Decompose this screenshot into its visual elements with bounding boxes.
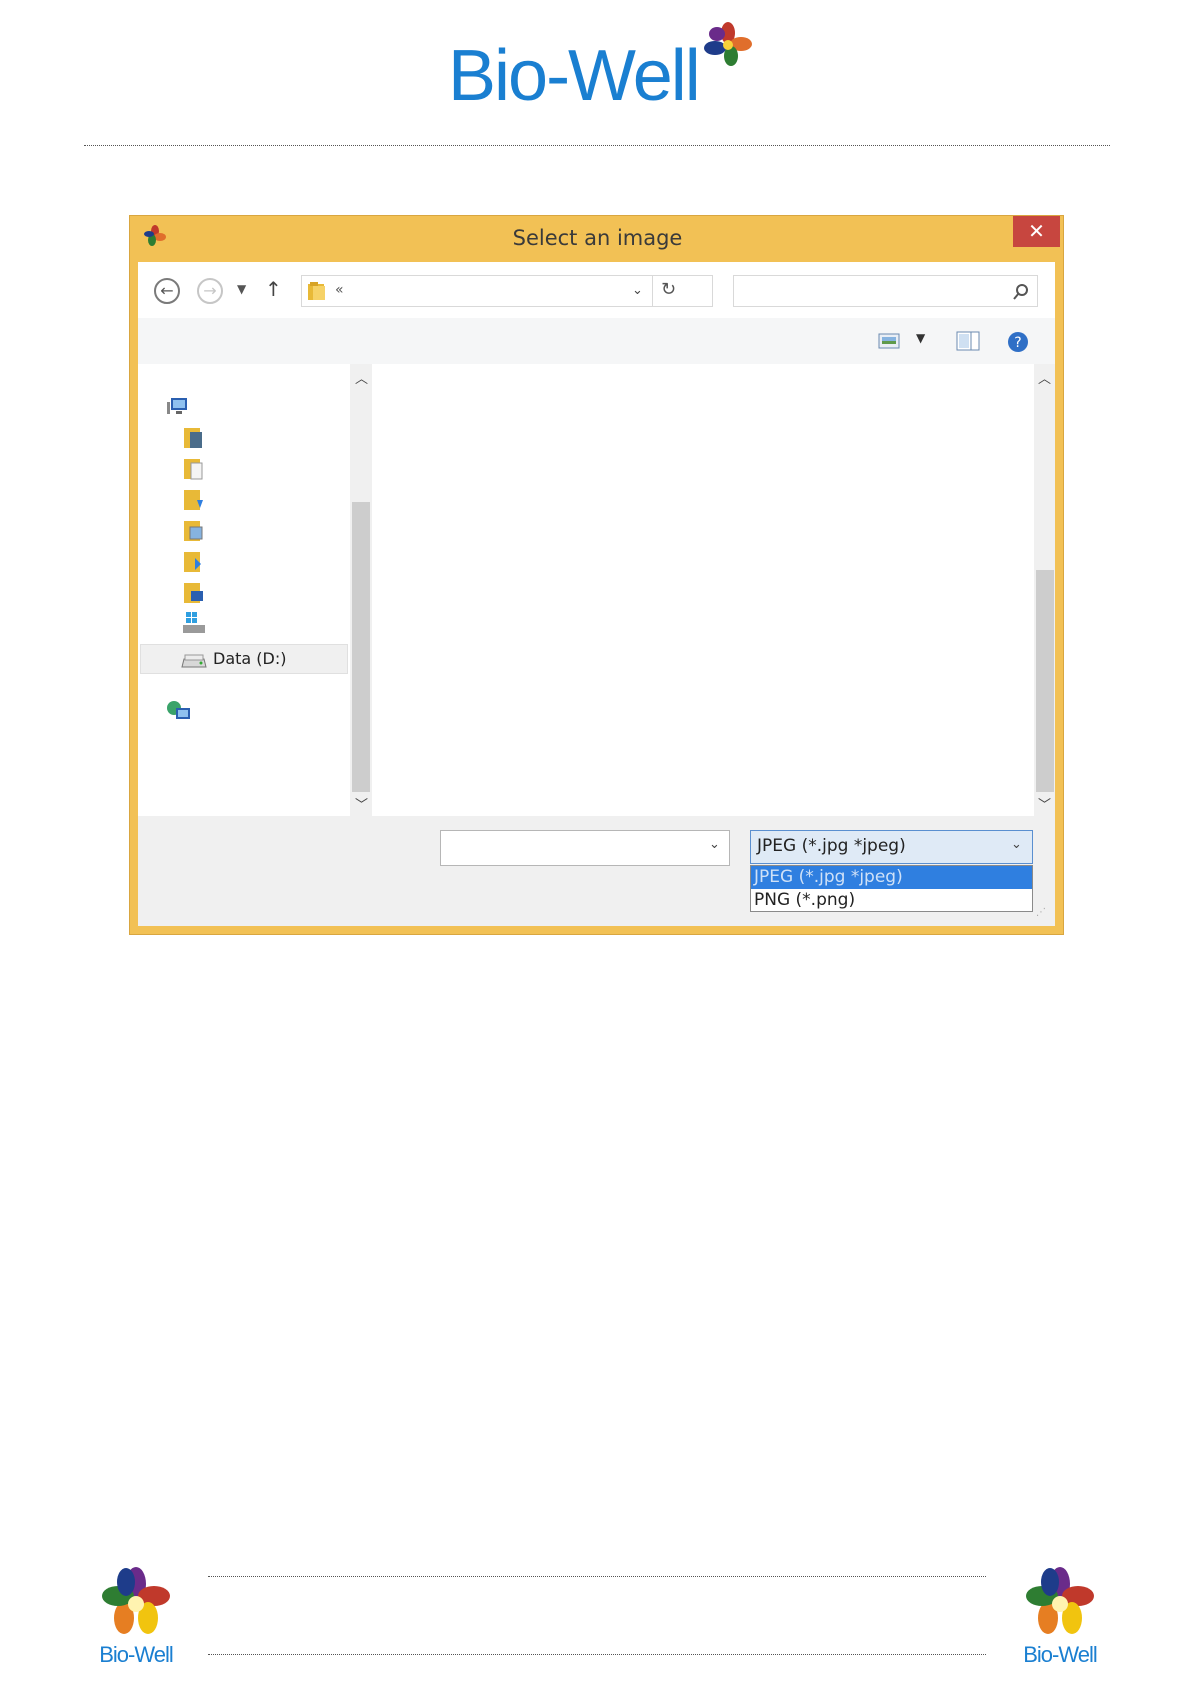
nav-pane-scroll-thumb[interactable] — [352, 502, 370, 792]
dialog-client: ← → ▼ ↑ « ⌄ ↻ ▼ ? Data (D:) ︿ ﹀ ︿ ﹀ ⌄ JP… — [138, 262, 1055, 926]
address-bar[interactable]: « ⌄ ↻ — [301, 275, 713, 307]
desktop-folder-icon[interactable] — [183, 581, 205, 605]
music-folder-icon[interactable] — [183, 550, 205, 574]
file-type-select[interactable]: JPEG (*.jpg *jpeg) ⌄ — [750, 830, 1033, 864]
scroll-down-chevron-icon[interactable]: ﹀ — [1038, 794, 1051, 813]
pictures-folder-icon[interactable] — [183, 519, 205, 543]
file-type-selected-value: JPEG (*.jpg *jpeg) — [757, 836, 906, 856]
file-pane-scroll-thumb[interactable] — [1036, 570, 1054, 792]
navigation-bar: ← → ▼ ↑ « ⌄ ↻ — [138, 262, 1055, 318]
search-icon[interactable] — [1012, 283, 1030, 301]
flower-icon — [704, 22, 752, 66]
windows-drive-icon[interactable] — [182, 610, 206, 636]
search-input[interactable] — [736, 278, 1000, 304]
file-type-dropdown-list: JPEG (*.jpg *jpeg) PNG (*.png) — [750, 865, 1033, 912]
footer-divider-top — [208, 1576, 986, 1577]
computer-icon[interactable] — [166, 396, 190, 418]
file-type-option-jpeg[interactable]: JPEG (*.jpg *jpeg) — [751, 866, 1032, 889]
refresh-icon[interactable]: ↻ — [661, 279, 676, 300]
close-button[interactable]: ✕ — [1013, 216, 1060, 247]
videos-folder-icon[interactable] — [183, 426, 205, 450]
command-toolbar: ▼ ? — [138, 318, 1055, 364]
file-dialog: Select an image ✕ ← → ▼ ↑ « ⌄ ↻ ▼ ? Data… — [129, 215, 1064, 935]
title-bar[interactable]: Select an image ✕ — [130, 216, 1065, 262]
bio-well-logo: Bio-Well — [448, 22, 752, 112]
resize-grip-icon[interactable]: ⋰ — [1036, 907, 1046, 918]
scroll-up-chevron-icon[interactable]: ︿ — [1038, 368, 1051, 387]
view-dropdown-chevron-icon[interactable]: ▼ — [916, 331, 925, 345]
file-list-pane[interactable] — [374, 364, 1034, 816]
svg-text:?: ? — [1014, 335, 1021, 351]
downloads-folder-icon[interactable] — [183, 488, 207, 514]
forward-button[interactable]: → — [197, 278, 223, 304]
navigation-pane: Data (D:) — [138, 364, 358, 816]
footer-logo-right: Bio-Well — [1020, 1566, 1100, 1668]
view-options-icon[interactable] — [878, 332, 900, 350]
folder-icon — [308, 282, 325, 300]
footer-logo-text: Bio-Well — [1023, 1642, 1098, 1667]
header-divider — [84, 145, 1110, 146]
network-icon[interactable] — [166, 700, 192, 724]
nav-item-data-drive[interactable]: Data (D:) — [140, 644, 348, 674]
nav-item-label: Data (D:) — [213, 649, 287, 668]
back-button[interactable]: ← — [154, 278, 180, 304]
documents-folder-icon[interactable] — [183, 457, 205, 481]
up-button[interactable]: ↑ — [265, 277, 282, 301]
address-dropdown-chevron-icon[interactable]: ⌄ — [632, 283, 643, 298]
search-box[interactable] — [733, 275, 1038, 307]
dialog-title: Select an image — [512, 226, 683, 250]
file-type-dropdown-chevron-icon[interactable]: ⌄ — [1011, 837, 1022, 852]
flower-icon — [1026, 1567, 1094, 1634]
file-name-combobox[interactable]: ⌄ — [440, 830, 730, 866]
logo-text: Bio-Well — [448, 36, 701, 116]
footer-divider-bottom — [208, 1654, 986, 1655]
file-type-option-png[interactable]: PNG (*.png) — [751, 889, 1032, 912]
scroll-up-chevron-icon[interactable]: ︿ — [355, 368, 368, 387]
file-name-dropdown-chevron-icon[interactable]: ⌄ — [709, 837, 720, 852]
footer-logo-text: Bio-Well — [99, 1642, 174, 1667]
recent-locations-chevron-icon[interactable]: ▼ — [237, 282, 246, 296]
address-divider — [652, 276, 653, 306]
data-drive-icon — [181, 654, 207, 668]
flower-icon — [102, 1567, 170, 1634]
preview-pane-icon[interactable] — [956, 331, 980, 351]
address-breadcrumb-chevrons[interactable]: « — [335, 282, 344, 298]
scroll-down-chevron-icon[interactable]: ﹀ — [355, 794, 368, 813]
help-icon[interactable]: ? — [1007, 331, 1029, 353]
footer-logo-left: Bio-Well — [96, 1566, 176, 1668]
file-name-input[interactable] — [443, 834, 697, 862]
